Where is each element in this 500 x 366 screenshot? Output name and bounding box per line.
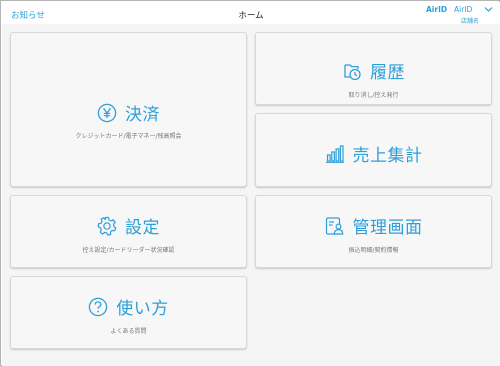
- sales-summary-card[interactable]: 売上集計: [255, 113, 492, 187]
- app-window: お知らせ ホーム AirID AirID 店舗名 決済 クレジットカード/電子マ…: [0, 0, 500, 366]
- admin-card[interactable]: 管理画面 振込明細/契約情報: [255, 195, 492, 268]
- help-card-subtitle: よくある質問: [110, 328, 147, 335]
- admin-card-subtitle: 振込明細/契約情報: [348, 247, 399, 254]
- payment-card-subtitle: クレジットカード/電子マネー/残高照会: [75, 133, 182, 140]
- admin-card-head: 管理画面: [256, 213, 491, 238]
- settings-card-head: 設定: [11, 213, 246, 238]
- yen-icon: [97, 103, 117, 122]
- settings-card[interactable]: 設定 控え設定/カードリーダー状況確認: [10, 195, 247, 268]
- airid-logo: AirID: [426, 5, 448, 14]
- admin-card-title: 管理画面: [352, 218, 423, 238]
- payment-card[interactable]: 決済 クレジットカード/電子マネー/残高照会: [10, 32, 247, 187]
- settings-card-title: 設定: [125, 218, 160, 238]
- help-card[interactable]: 使い方 よくある質問: [10, 276, 247, 349]
- bar-chart-icon: [325, 144, 344, 163]
- history-icon: [344, 63, 361, 80]
- sales-card-head: 売上集計: [256, 141, 491, 166]
- history-card-subtitle: 取り消し/控え発行: [348, 92, 399, 99]
- top-bar: お知らせ ホーム AirID AirID 店舗名: [2, 2, 500, 25]
- sales-card-title: 売上集計: [352, 146, 423, 166]
- menu-grid: 決済 クレジットカード/電子マネー/残高照会 履歴 取り消し/控え発行 売上集計…: [2, 24, 500, 366]
- payment-card-title: 決済: [125, 105, 160, 125]
- account-name[interactable]: AirID: [454, 5, 472, 14]
- history-card-head: 履歴: [256, 58, 491, 83]
- help-card-head: 使い方: [11, 294, 246, 319]
- admin-profile-icon: [325, 216, 343, 235]
- question-icon: [88, 297, 108, 316]
- gear-icon: [97, 216, 117, 236]
- help-card-title: 使い方: [116, 299, 169, 319]
- chevron-down-icon[interactable]: [484, 6, 493, 13]
- payment-card-head: 決済: [11, 100, 246, 125]
- settings-card-subtitle: 控え設定/カードリーダー状況確認: [82, 247, 175, 254]
- history-card-title: 履歴: [370, 63, 405, 83]
- history-card[interactable]: 履歴 取り消し/控え発行: [255, 32, 492, 105]
